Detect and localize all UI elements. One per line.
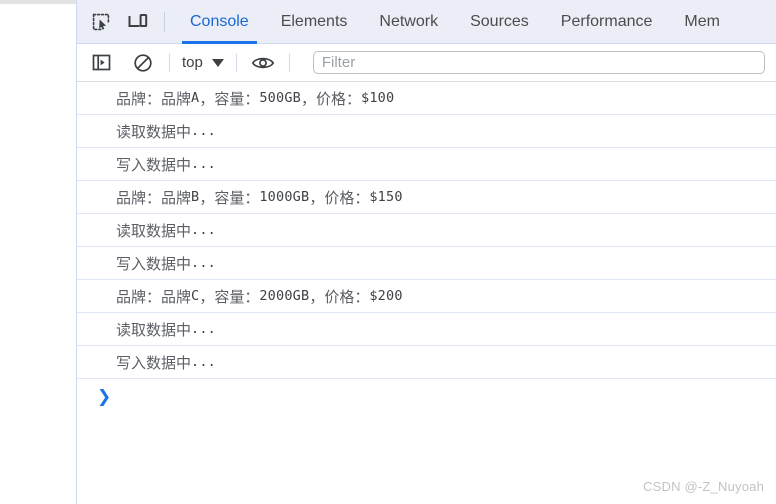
- message-text-3: ，价格：: [301, 89, 362, 108]
- filter-input[interactable]: Filter: [312, 51, 765, 74]
- show-console-sidebar-icon[interactable]: [87, 49, 115, 77]
- tab-console-label: Console: [190, 12, 249, 30]
- clear-console-icon[interactable]: [129, 49, 157, 77]
- console-message-list: 品牌：品牌 A ，容量： 500GB ，价格： $100 读取数据中... 写入数据中..…: [77, 82, 776, 415]
- execution-context-value: top: [182, 54, 203, 71]
- console-message[interactable]: 品牌：品牌 B ，容量： 1000GB ，价格： $150: [77, 181, 776, 214]
- watermark: CSDN @-Z_Nuyoah: [643, 479, 764, 494]
- device-toolbar-icon[interactable]: [123, 7, 153, 37]
- console-message[interactable]: 品牌：品牌 A ，容量： 500GB ，价格： $100: [77, 82, 776, 115]
- message-text: 写入数据中: [116, 353, 192, 372]
- message-text-2: ，容量：: [199, 89, 260, 108]
- message-value-3: $150: [369, 189, 403, 205]
- message-value-3: $100: [361, 90, 395, 106]
- toolbar-divider-3: [288, 53, 290, 72]
- message-text: 品牌：品牌: [116, 89, 192, 108]
- message-value-2: 1000GB: [259, 189, 310, 205]
- clear-console-glyph: [134, 53, 152, 72]
- message-value: B: [191, 189, 200, 205]
- message-value-2: 500GB: [259, 90, 301, 106]
- device-toolbar-glyph: [128, 13, 148, 27]
- web-page-area: [0, 0, 76, 504]
- console-message[interactable]: 读取数据中...: [77, 214, 776, 247]
- tab-memory[interactable]: Mem: [668, 0, 736, 44]
- console-toolbar: top Filter: [77, 44, 776, 82]
- message-value: ...: [191, 321, 216, 337]
- console-message[interactable]: 写入数据中...: [77, 346, 776, 379]
- message-text: 读取数据中: [116, 320, 192, 339]
- tab-console[interactable]: Console: [174, 0, 265, 44]
- sidebar-glyph: [92, 54, 110, 71]
- devtools-panel: Console Elements Network Sources Perform…: [77, 0, 776, 504]
- message-value: ...: [191, 123, 216, 139]
- tab-performance-label: Performance: [560, 12, 653, 30]
- message-text: 品牌：品牌: [116, 188, 192, 207]
- message-value: ...: [191, 255, 216, 271]
- message-value-3: $200: [369, 288, 403, 304]
- message-value-2: 2000GB: [259, 288, 310, 304]
- tab-performance[interactable]: Performance: [545, 0, 669, 44]
- message-value: A: [191, 90, 200, 106]
- filter-placeholder: Filter: [321, 54, 356, 71]
- screenshot-root: Console Elements Network Sources Perform…: [0, 0, 776, 504]
- message-value: ...: [191, 222, 216, 238]
- toolbar-divider-2: [235, 53, 237, 72]
- inspect-element-icon[interactable]: [86, 7, 116, 37]
- message-text-2: ，容量：: [199, 287, 260, 306]
- tab-network[interactable]: Network: [363, 0, 454, 44]
- tab-memory-label: Mem: [684, 12, 720, 30]
- message-text-2: ，容量：: [199, 188, 260, 207]
- tab-sources-label: Sources: [470, 12, 529, 30]
- prompt-chevron-icon: ❯: [97, 386, 112, 407]
- console-message[interactable]: 写入数据中...: [77, 247, 776, 280]
- chevron-down-icon: [211, 58, 224, 67]
- eye-icon[interactable]: [249, 49, 277, 77]
- message-value: C: [191, 288, 200, 304]
- console-prompt[interactable]: ❯: [77, 379, 776, 415]
- tabbar-divider: [164, 11, 165, 32]
- tab-elements[interactable]: Elements: [265, 0, 364, 44]
- message-text: 读取数据中: [116, 122, 192, 141]
- message-text: 写入数据中: [116, 254, 192, 273]
- console-message[interactable]: 读取数据中...: [77, 313, 776, 346]
- message-value: ...: [191, 156, 216, 172]
- eye-glyph: [251, 57, 275, 68]
- execution-context-selector[interactable]: top: [182, 54, 224, 71]
- message-text-3: ，价格：: [309, 287, 370, 306]
- toolbar-divider-1: [169, 53, 170, 72]
- console-message[interactable]: 读取数据中...: [77, 115, 776, 148]
- console-message[interactable]: 写入数据中...: [77, 148, 776, 181]
- message-text: 品牌：品牌: [116, 287, 192, 306]
- console-message[interactable]: 品牌：品牌 C ，容量： 2000GB ，价格： $200: [77, 280, 776, 313]
- tab-sources[interactable]: Sources: [454, 0, 545, 44]
- inspect-element-glyph: [92, 13, 110, 30]
- tab-elements-label: Elements: [280, 12, 348, 30]
- message-value: ...: [191, 354, 216, 370]
- tab-network-label: Network: [379, 12, 439, 30]
- message-text: 写入数据中: [116, 155, 192, 174]
- message-text: 读取数据中: [116, 221, 192, 240]
- devtools-tabbar: Console Elements Network Sources Perform…: [77, 0, 776, 44]
- message-text-3: ，价格：: [309, 188, 370, 207]
- page-top-strip: [0, 0, 76, 4]
